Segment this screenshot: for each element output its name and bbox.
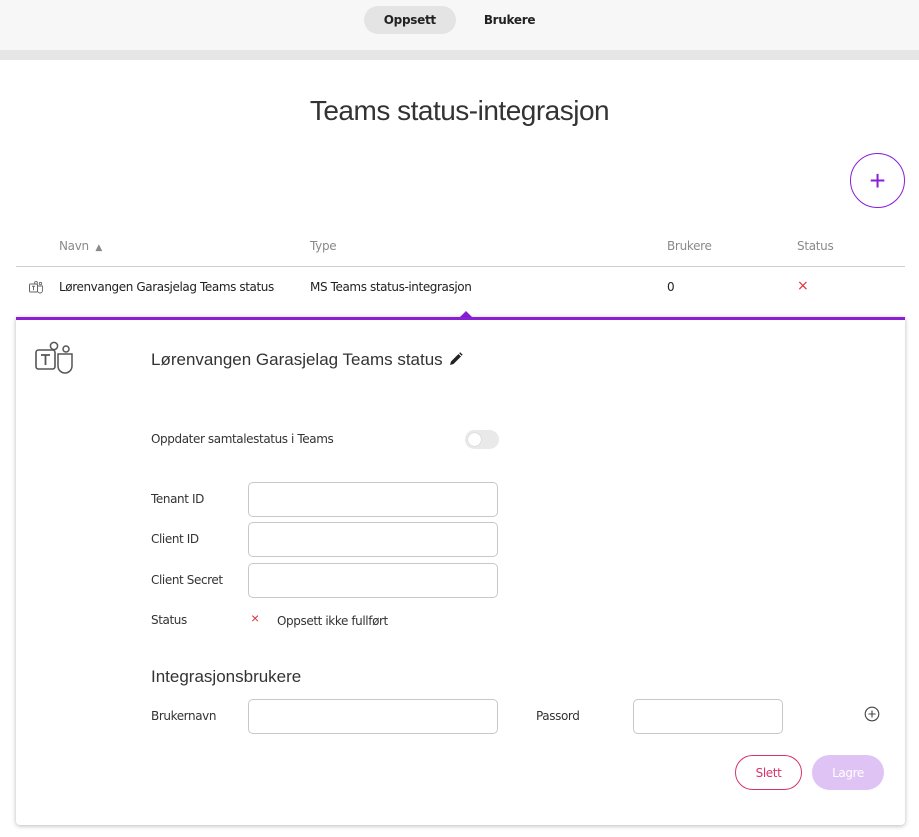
section-title-integration-users: Integrasjonsbrukere	[151, 667, 302, 686]
client-id-input[interactable]	[248, 522, 498, 557]
integration-detail-panel: Lørenvangen Garasjelag Teams status Oppd…	[16, 317, 905, 825]
update-call-status-toggle[interactable]	[465, 430, 499, 449]
status-error-icon: ×	[797, 278, 809, 294]
column-header-brukere[interactable]: Brukere	[667, 239, 712, 253]
column-header-navn[interactable]: Navn ▲	[59, 239, 102, 253]
status-label: Status	[151, 613, 187, 627]
tenant-id-label: Tenant ID	[151, 492, 204, 506]
add-user-circle-icon[interactable]	[864, 706, 880, 722]
column-header-type[interactable]: Type	[310, 239, 337, 253]
table-header: Navn ▲ Type Brukere Status	[16, 230, 905, 267]
row-name: Lørenvangen Garasjelag Teams status	[59, 280, 274, 294]
status-error-icon: ×	[251, 610, 260, 626]
status-text: Oppsett ikke fullført	[277, 614, 388, 628]
top-navigation-bar: Oppsett Brukere	[0, 0, 919, 60]
username-label: Brukernavn	[151, 709, 217, 723]
password-label: Passord	[536, 709, 580, 723]
page-title: Teams status-integrasjon	[309, 95, 610, 126]
teams-icon	[29, 280, 43, 294]
username-input[interactable]	[248, 699, 498, 734]
pencil-icon[interactable]	[448, 351, 464, 367]
row-type: MS Teams status-integrasjon	[310, 280, 472, 294]
toggle-knob	[468, 433, 481, 446]
toggle-label: Oppdater samtalestatus i Teams	[151, 432, 334, 446]
column-header-status[interactable]: Status	[797, 239, 834, 253]
client-secret-label: Client Secret	[151, 573, 223, 587]
save-button[interactable]: Lagre	[812, 755, 884, 790]
tab-brukere[interactable]: Brukere	[464, 6, 555, 34]
teams-icon	[35, 341, 73, 374]
table-row[interactable]: Lørenvangen Garasjelag Teams status MS T…	[16, 268, 905, 308]
tab-list: Oppsett Brukere	[0, 6, 919, 34]
column-header-label: Navn	[59, 239, 89, 253]
delete-button[interactable]: Slett	[735, 755, 802, 790]
password-input[interactable]	[633, 699, 783, 734]
client-id-label: Client ID	[151, 532, 199, 546]
client-secret-input[interactable]	[248, 563, 498, 598]
add-integration-button[interactable]: +	[850, 153, 905, 208]
sort-ascending-icon: ▲	[95, 243, 102, 253]
row-users-count: 0	[667, 280, 675, 294]
panel-title: Lørenvangen Garasjelag Teams status	[151, 350, 443, 369]
tenant-id-input[interactable]	[248, 482, 498, 517]
tab-oppsett[interactable]: Oppsett	[363, 6, 456, 34]
